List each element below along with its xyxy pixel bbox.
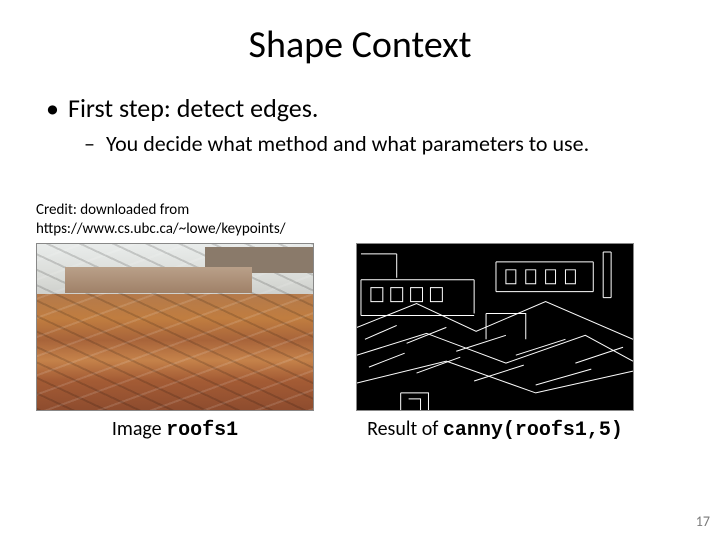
canny-edges-icon xyxy=(357,244,633,411)
caption-left-code: roofs1 xyxy=(166,419,238,442)
image-credit: Credit: downloaded from https://www.cs.u… xyxy=(36,201,684,239)
bullet-level-1: First step: detect edges. xyxy=(44,92,684,124)
bullet-level-2: You decide what method and what paramete… xyxy=(84,130,684,157)
bullet-list: First step: detect edges. You decide wha… xyxy=(44,92,684,157)
caption-right-code: canny(roofs1,5) xyxy=(443,419,623,442)
slide-title: Shape Context xyxy=(36,22,684,68)
caption-left-prefix: Image xyxy=(112,417,166,441)
figure-right: Result of canny(roofs1,5) xyxy=(356,243,634,442)
caption-left: Image roofs1 xyxy=(112,417,238,442)
caption-right: Result of canny(roofs1,5) xyxy=(367,417,623,442)
credit-line-2: https://www.cs.ubc.ca/~lowe/keypoints/ xyxy=(36,220,684,239)
slide: Shape Context First step: detect edges. … xyxy=(0,0,720,540)
credit-line-1: Credit: downloaded from xyxy=(36,201,684,220)
edge-image xyxy=(356,243,634,411)
figure-row: Image roofs1 xyxy=(36,243,684,442)
roofs-photo xyxy=(36,243,314,411)
page-number: 17 xyxy=(696,513,710,530)
caption-right-prefix: Result of xyxy=(367,417,443,441)
figure-left: Image roofs1 xyxy=(36,243,314,442)
